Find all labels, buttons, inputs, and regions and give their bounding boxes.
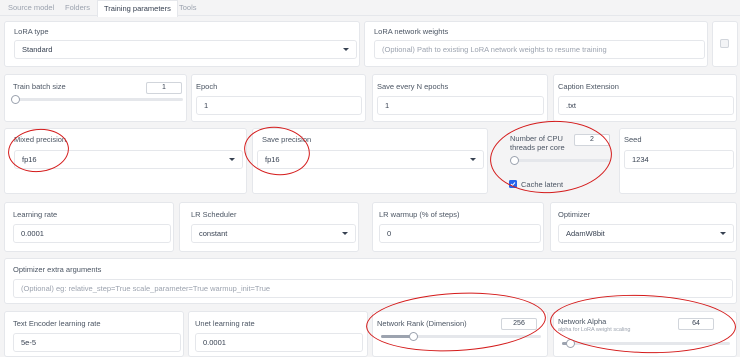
mixed-precision-panel: Mixed precision fp16	[4, 128, 247, 194]
lr-warmup-label: LR warmup (% of steps)	[379, 210, 460, 219]
lr-scheduler-panel: LR Scheduler constant	[179, 202, 359, 252]
network-weights-panel: LoRA network weights	[364, 21, 708, 67]
network-rank-input[interactable]: 256	[501, 318, 537, 330]
slider-thumb[interactable]	[510, 156, 519, 165]
network-rank-slider[interactable]	[381, 332, 541, 341]
tab-source-model[interactable]: Source model	[8, 3, 54, 12]
caption-extension-label: Caption Extension	[558, 82, 619, 91]
train-batch-size-label: Train batch size	[13, 82, 66, 91]
lr-scheduler-label: LR Scheduler	[191, 210, 237, 219]
lora-type-label: LoRA type	[14, 27, 49, 36]
network-weights-input[interactable]	[374, 40, 705, 59]
optimizer-extra-args-input[interactable]	[13, 279, 733, 298]
cpu-threads-slider[interactable]	[510, 156, 610, 165]
tab-folders[interactable]: Folders	[65, 3, 90, 12]
tab-training-parameters[interactable]: Training parameters	[97, 0, 178, 17]
save-precision-panel: Save precision fp16	[252, 128, 488, 194]
slider-thumb[interactable]	[566, 339, 576, 348]
checkmark-icon	[510, 182, 516, 187]
learning-rate-panel: Learning rate 0.0001	[4, 202, 174, 252]
chevron-down-icon	[229, 158, 235, 161]
mixed-precision-value: fp16	[22, 155, 37, 164]
network-weights-label: LoRA network weights	[374, 27, 449, 36]
text-encoder-lr-panel: Text Encoder learning rate 5e-5	[4, 311, 184, 357]
network-alpha-panel: Network Alpha alpha for LoRA weight scal…	[553, 311, 737, 357]
lora-type-panel: LoRA type Standard	[4, 21, 360, 67]
mixed-precision-label: Mixed precision	[14, 135, 67, 144]
network-alpha-slider[interactable]	[562, 339, 730, 348]
unet-lr-panel: Unet learning rate 0.0001	[188, 311, 368, 357]
epoch-label: Epoch	[196, 82, 218, 91]
seed-label: Seed	[624, 135, 642, 144]
optimizer-label: Optimizer	[558, 210, 591, 219]
seed-panel: Seed 1234	[619, 128, 737, 194]
seed-input[interactable]: 1234	[624, 150, 734, 169]
tab-bar: Source model Folders Training parameters…	[0, 0, 740, 17]
cpu-threads-panel: Number of CPU threads per core 2	[504, 128, 616, 174]
caption-extension-panel: Caption Extension .txt	[553, 74, 737, 122]
caption-extension-input[interactable]: .txt	[558, 96, 734, 115]
lr-warmup-panel: LR warmup (% of steps) 0	[372, 202, 544, 252]
learning-rate-input[interactable]: 0.0001	[13, 224, 171, 243]
unet-lr-label: Unet learning rate	[195, 319, 255, 328]
slider-thumb[interactable]	[409, 332, 418, 341]
cache-latent-checkbox[interactable]	[509, 180, 517, 188]
chevron-down-icon	[470, 158, 476, 161]
optimizer-value: AdamW8bit	[566, 229, 605, 238]
mixed-precision-select[interactable]: fp16	[14, 150, 243, 169]
learning-rate-label: Learning rate	[13, 210, 58, 219]
save-precision-value: fp16	[265, 155, 280, 164]
optimizer-extra-args-panel: Optimizer extra arguments	[4, 258, 737, 304]
text-encoder-lr-input[interactable]: 5e-5	[13, 333, 181, 352]
save-every-n-epochs-label: Save every N epochs	[377, 82, 449, 91]
lr-scheduler-select[interactable]: constant	[191, 224, 356, 243]
lr-scheduler-value: constant	[199, 229, 228, 238]
network-rank-label: Network Rank (Dimension)	[377, 319, 467, 328]
folder-icon[interactable]	[720, 39, 729, 48]
cache-latent-label: Cache latent	[521, 180, 564, 189]
tab-tools[interactable]: Tools	[179, 3, 197, 12]
lr-warmup-input[interactable]: 0	[379, 224, 541, 243]
chevron-down-icon	[343, 48, 349, 51]
unet-lr-input[interactable]: 0.0001	[195, 333, 363, 352]
network-alpha-input[interactable]: 64	[678, 318, 714, 330]
save-precision-label: Save precision	[262, 135, 312, 144]
chevron-down-icon	[720, 232, 726, 235]
chevron-down-icon	[342, 232, 348, 235]
slider-thumb[interactable]	[11, 95, 20, 104]
text-encoder-lr-label: Text Encoder learning rate	[13, 319, 101, 328]
save-every-n-epochs-panel: Save every N epochs 1	[372, 74, 548, 122]
epoch-panel: Epoch 1	[191, 74, 366, 122]
network-alpha-label: Network Alpha	[558, 317, 607, 326]
epoch-input[interactable]: 1	[196, 96, 362, 115]
optimizer-extra-args-label: Optimizer extra arguments	[13, 265, 102, 274]
lora-type-value: Standard	[22, 45, 53, 54]
save-precision-select[interactable]: fp16	[257, 150, 484, 169]
train-batch-size-input[interactable]: 1	[146, 82, 182, 94]
cpu-threads-label: Number of CPU threads per core	[510, 134, 565, 152]
network-rank-panel: Network Rank (Dimension) 256	[372, 311, 548, 357]
optimizer-select[interactable]: AdamW8bit	[558, 224, 734, 243]
optimizer-panel: Optimizer AdamW8bit	[550, 202, 737, 252]
train-batch-size-panel: Train batch size 1	[4, 74, 187, 122]
lora-type-select[interactable]: Standard	[14, 40, 357, 59]
network-alpha-sublabel: alpha for LoRA weight scaling	[558, 327, 631, 333]
train-batch-size-slider[interactable]	[11, 95, 183, 104]
save-every-n-epochs-input[interactable]: 1	[377, 96, 544, 115]
file-button-panel	[712, 21, 738, 67]
cpu-threads-input[interactable]: 2	[574, 134, 610, 146]
